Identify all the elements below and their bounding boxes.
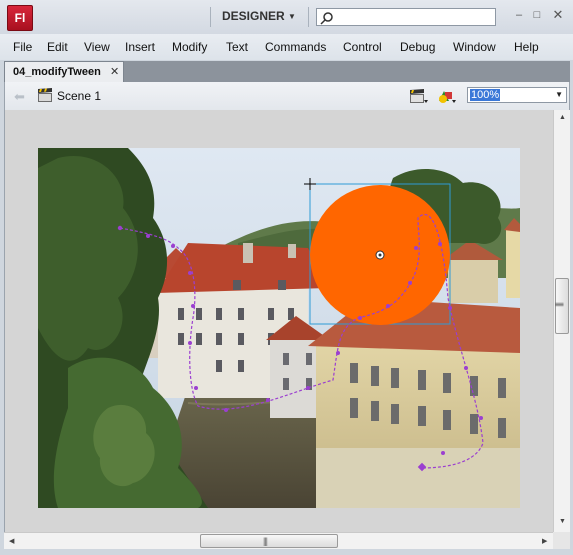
flash-logo: Fl bbox=[7, 5, 33, 31]
horizontal-scroll-thumb[interactable]: ||| bbox=[200, 534, 338, 548]
title-bar: Fl DESIGNER ▼ – □ ✕ bbox=[0, 0, 573, 34]
document-tab[interactable]: 04_modifyTween ✕ bbox=[4, 61, 124, 82]
close-icon[interactable]: ✕ bbox=[551, 8, 565, 22]
minimize-icon[interactable]: – bbox=[512, 8, 526, 22]
close-tab-icon[interactable]: ✕ bbox=[110, 65, 119, 78]
menu-window[interactable]: Window bbox=[453, 40, 496, 54]
restore-icon[interactable]: □ bbox=[530, 8, 544, 22]
scroll-down-icon[interactable]: ▼ bbox=[559, 518, 566, 525]
chevron-down-icon[interactable]: ▼ bbox=[555, 90, 563, 99]
menu-help[interactable]: Help bbox=[514, 40, 539, 54]
menu-edit[interactable]: Edit bbox=[47, 40, 68, 54]
stage[interactable] bbox=[38, 148, 520, 508]
scroll-right-icon[interactable]: ▶ bbox=[542, 537, 547, 545]
vertical-scroll-thumb[interactable]: ||| bbox=[555, 278, 569, 334]
background-photo bbox=[38, 148, 520, 508]
menu-view[interactable]: View bbox=[84, 40, 110, 54]
zoom-value: 100% bbox=[470, 89, 501, 101]
scroll-left-icon[interactable]: ◀ bbox=[9, 537, 14, 545]
menu-file[interactable]: File bbox=[13, 40, 32, 54]
scrollbar-corner bbox=[553, 532, 570, 549]
back-arrow-icon[interactable]: ⬅ bbox=[14, 89, 25, 105]
menu-bar: File Edit View Insert Modify Text Comman… bbox=[0, 34, 573, 60]
vertical-scrollbar[interactable]: ▲ ||| ▼ bbox=[553, 110, 570, 532]
scene-label: Scene 1 bbox=[57, 89, 102, 103]
grip-icon: ||| bbox=[555, 301, 566, 307]
menu-modify[interactable]: Modify bbox=[172, 40, 207, 54]
edit-scene-icon[interactable] bbox=[409, 87, 429, 105]
zoom-select[interactable]: 100% ▼ bbox=[467, 87, 567, 103]
horizontal-scrollbar[interactable]: ◀ ||| ▶ bbox=[4, 532, 553, 549]
chevron-down-icon[interactable]: ▼ bbox=[288, 12, 296, 21]
edit-symbol-icon[interactable] bbox=[437, 87, 457, 105]
scroll-up-icon[interactable]: ▲ bbox=[559, 114, 566, 121]
grip-icon: ||| bbox=[263, 536, 268, 546]
search-icon bbox=[320, 12, 333, 25]
edit-bar: ⬅ Scene 1 100% ▼ bbox=[4, 82, 570, 110]
menu-commands[interactable]: Commands bbox=[265, 40, 326, 54]
workspace-switcher[interactable]: DESIGNER bbox=[222, 9, 285, 23]
title-separator bbox=[210, 7, 211, 27]
transform-point[interactable] bbox=[375, 250, 385, 260]
menu-control[interactable]: Control bbox=[343, 40, 382, 54]
menu-text[interactable]: Text bbox=[226, 40, 248, 54]
menu-insert[interactable]: Insert bbox=[125, 40, 155, 54]
window-bottom-edge bbox=[0, 549, 573, 555]
search-input[interactable] bbox=[316, 8, 496, 26]
title-separator bbox=[308, 7, 309, 27]
document-tab-label: 04_modifyTween bbox=[13, 66, 101, 78]
clapperboard-icon bbox=[38, 88, 52, 102]
menu-debug[interactable]: Debug bbox=[400, 40, 435, 54]
